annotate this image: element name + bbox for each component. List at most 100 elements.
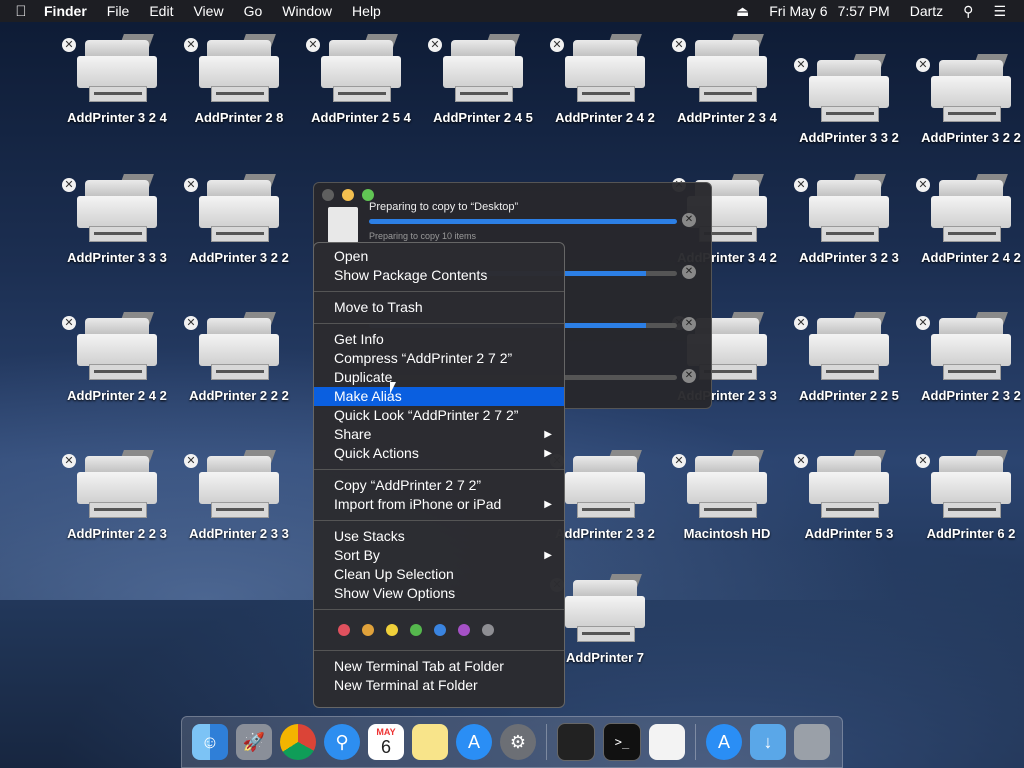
menu-item[interactable]: Copy “AddPrinter 2 7 2” <box>314 476 564 495</box>
menu-file[interactable]: File <box>97 3 140 19</box>
trash-icon[interactable] <box>794 724 830 760</box>
calendar-icon[interactable]: MAY 6 <box>368 724 404 760</box>
desktop-icon[interactable]: ✕ AddPrinter 3 2 2 <box>916 54 1024 145</box>
menu-item[interactable]: Use Stacks <box>314 527 564 546</box>
menu-item[interactable]: Get Info <box>314 330 564 349</box>
menu-item[interactable]: Show Package Contents <box>314 266 564 285</box>
minimize-button[interactable] <box>342 189 354 201</box>
desktop-icon[interactable]: ✕ AddPrinter 2 4 5 <box>428 34 538 125</box>
desktop-icon[interactable]: ✕ AddPrinter 2 4 2 <box>62 312 172 403</box>
close-icon[interactable]: ✕ <box>672 38 686 52</box>
textedit-icon[interactable] <box>649 724 685 760</box>
apple-icon[interactable]:  <box>8 3 34 20</box>
zoom-button[interactable] <box>362 189 374 201</box>
close-icon[interactable]: ✕ <box>62 178 76 192</box>
menu-item[interactable]: New Terminal at Folder <box>314 676 564 695</box>
close-icon[interactable]: ✕ <box>794 454 808 468</box>
desktop-icon[interactable]: ✕ AddPrinter 3 3 3 <box>62 174 172 265</box>
close-icon[interactable]: ✕ <box>62 316 76 330</box>
menu-finder[interactable]: Finder <box>34 3 97 19</box>
desktop-icon[interactable]: ✕ AddPrinter 2 4 2 <box>916 174 1024 265</box>
stop-icon[interactable]: ✕ <box>682 369 696 383</box>
close-icon[interactable]: ✕ <box>184 38 198 52</box>
app-store-icon[interactable]: A <box>456 724 492 760</box>
menu-view[interactable]: View <box>183 3 233 19</box>
close-icon[interactable]: ✕ <box>672 454 686 468</box>
close-icon[interactable]: ✕ <box>62 454 76 468</box>
stop-icon[interactable]: ✕ <box>682 265 696 279</box>
menu-window[interactable]: Window <box>272 3 342 19</box>
close-icon[interactable]: ✕ <box>306 38 320 52</box>
stop-icon[interactable]: ✕ <box>682 213 696 227</box>
close-icon[interactable]: ✕ <box>428 38 442 52</box>
menu-item[interactable]: Quick Actions ▶ <box>314 444 564 463</box>
menu-item[interactable]: Quick Look “AddPrinter 2 7 2” <box>314 406 564 425</box>
desktop-icon[interactable]: ✕ AddPrinter 2 2 3 <box>62 450 172 541</box>
search-icon[interactable]: ⚲ <box>953 3 983 20</box>
desktop-icon[interactable]: ✕ AddPrinter 3 3 2 <box>794 54 904 145</box>
tag-color-dot[interactable] <box>434 624 446 636</box>
desktop-icon[interactable]: ✕ AddPrinter 3 2 4 <box>62 34 172 125</box>
desktop-icon[interactable]: ✕ AddPrinter 3 2 2 <box>184 174 294 265</box>
safari-icon[interactable]: ⚲ <box>324 724 360 760</box>
menu-item[interactable]: Move to Trash <box>314 298 564 317</box>
desktop-icon[interactable]: ✕ AddPrinter 2 8 <box>184 34 294 125</box>
tag-color-dot[interactable] <box>458 624 470 636</box>
chrome-icon[interactable] <box>280 724 316 760</box>
desktop-icon[interactable]: ✕ Macintosh HD <box>672 450 782 541</box>
desktop-icon[interactable]: ✕ AddPrinter 2 3 3 <box>184 450 294 541</box>
menu-edit[interactable]: Edit <box>139 3 183 19</box>
tag-color-dot[interactable] <box>386 624 398 636</box>
menu-help[interactable]: Help <box>342 3 391 19</box>
menu-item[interactable]: Make Alias <box>314 387 564 406</box>
close-icon[interactable]: ✕ <box>916 316 930 330</box>
app-store-icon[interactable]: A <box>706 724 742 760</box>
desktop-icon[interactable]: ✕AddPrinter 2 3 2 <box>550 450 660 541</box>
tag-color-dot[interactable] <box>410 624 422 636</box>
tag-color-dot[interactable] <box>338 624 350 636</box>
finder-icon[interactable]: ☺ <box>192 724 228 760</box>
menu-item[interactable]: Sort By ▶ <box>314 546 564 565</box>
menu-item[interactable]: Open <box>314 247 564 266</box>
close-icon[interactable]: ✕ <box>794 316 808 330</box>
menu-item[interactable]: Share ▶ <box>314 425 564 444</box>
notes-icon[interactable] <box>412 724 448 760</box>
close-icon[interactable]: ✕ <box>794 58 808 72</box>
close-icon[interactable]: ✕ <box>184 454 198 468</box>
desktop-icon[interactable]: ✕ AddPrinter 2 3 4 <box>672 34 782 125</box>
terminal-icon[interactable]: >_ <box>603 723 641 761</box>
menu-item[interactable]: Show View Options <box>314 584 564 603</box>
close-icon[interactable]: ✕ <box>62 38 76 52</box>
desktop-icon[interactable]: ✕AddPrinter 2 3 2 <box>916 312 1024 403</box>
activity-monitor-icon[interactable] <box>557 723 595 761</box>
close-icon[interactable]: ✕ <box>184 316 198 330</box>
desktop-icon[interactable]: ✕ AddPrinter 2 2 5 <box>794 312 904 403</box>
desktop-icon[interactable]: ✕ AddPrinter 3 2 3 <box>794 174 904 265</box>
tag-color-dot[interactable] <box>362 624 374 636</box>
close-icon[interactable]: ✕ <box>184 178 198 192</box>
desktop-icon[interactable]: ✕ AddPrinter 5 3 <box>794 450 904 541</box>
user-name[interactable]: Dartz <box>900 3 953 19</box>
close-icon[interactable]: ✕ <box>794 178 808 192</box>
close-icon[interactable]: ✕ <box>916 178 930 192</box>
menu-item[interactable]: Compress “AddPrinter 2 7 2” <box>314 349 564 368</box>
desktop-icon[interactable]: ✕ AddPrinter 2 4 2 <box>550 34 660 125</box>
time-text[interactable]: 7:57 PM <box>838 3 900 19</box>
menu-item[interactable]: Duplicate <box>314 368 564 387</box>
desktop-icon[interactable]: ✕ AddPrinter 6 2 <box>916 450 1024 541</box>
close-button[interactable] <box>322 189 334 201</box>
system-preferences-icon[interactable]: ⚙ <box>500 724 536 760</box>
close-icon[interactable]: ✕ <box>916 58 930 72</box>
desktop-icon[interactable]: ✕AddPrinter 7 <box>550 574 660 665</box>
tag-color-dot[interactable] <box>482 624 494 636</box>
close-icon[interactable]: ✕ <box>550 38 564 52</box>
desktop-icon[interactable]: ✕ AddPrinter 2 5 4 <box>306 34 416 125</box>
launchpad-icon[interactable]: 🚀 <box>236 724 272 760</box>
menu-item[interactable]: Import from iPhone or iPad ▶ <box>314 495 564 514</box>
date-text[interactable]: Fri May 6 <box>759 3 837 19</box>
eject-icon[interactable]: ⏏ <box>726 3 759 20</box>
menu-go[interactable]: Go <box>234 3 273 19</box>
desktop-icon[interactable]: ✕ AddPrinter 2 2 2 <box>184 312 294 403</box>
menu-item[interactable]: New Terminal Tab at Folder <box>314 657 564 676</box>
notification-center-icon[interactable]: ☰ <box>983 3 1016 20</box>
